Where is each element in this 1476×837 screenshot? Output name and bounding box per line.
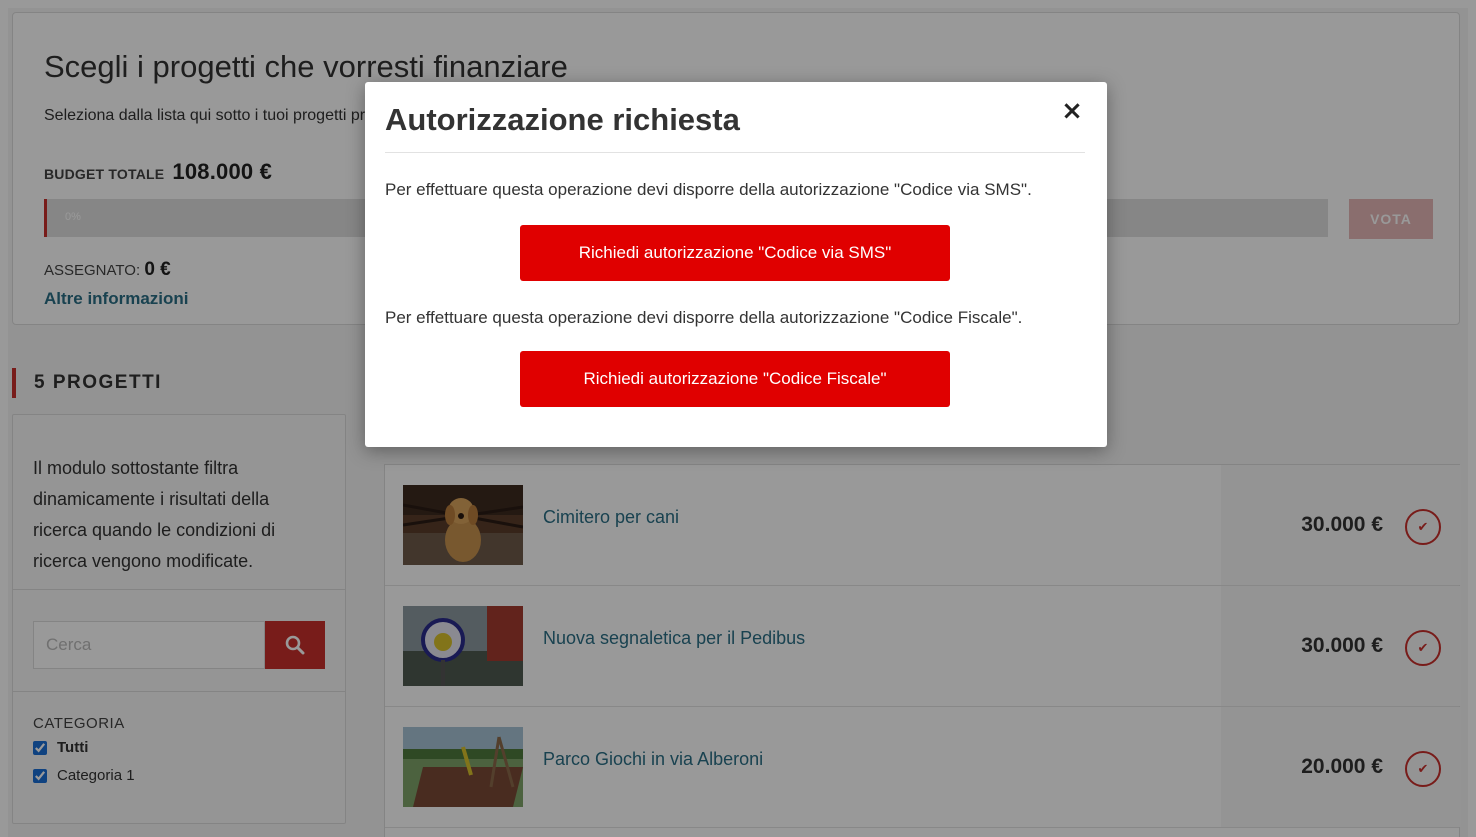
close-icon[interactable]: × [1057, 96, 1087, 126]
request-sms-authorization-button[interactable]: Richiedi autorizzazione "Codice via SMS" [520, 225, 950, 281]
request-fiscal-code-authorization-button[interactable]: Richiedi autorizzazione "Codice Fiscale" [520, 351, 950, 407]
modal-divider [385, 152, 1085, 153]
authorization-modal: Autorizzazione richiesta × Per effettuar… [365, 82, 1107, 447]
sms-authorization-text: Per effettuare questa operazione devi di… [385, 180, 1032, 199]
modal-title: Autorizzazione richiesta [385, 102, 740, 137]
cf-authorization-text: Per effettuare questa operazione devi di… [385, 308, 1023, 327]
